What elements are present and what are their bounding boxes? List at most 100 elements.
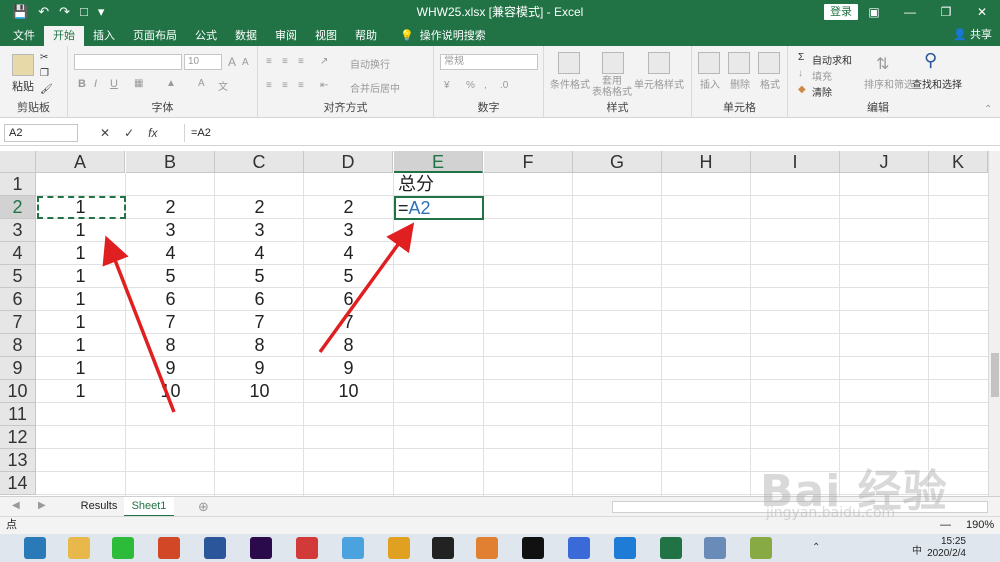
word-icon[interactable]: [204, 537, 226, 559]
excel-icon[interactable]: [660, 537, 682, 559]
ribbon-tab-7[interactable]: 视图: [306, 26, 346, 46]
merge-center-button[interactable]: 合并后居中: [350, 80, 400, 95]
column-header-d[interactable]: D: [304, 151, 393, 173]
column-header-g[interactable]: G: [573, 151, 662, 173]
column-header-f[interactable]: F: [484, 151, 573, 173]
row-header-14[interactable]: 14: [0, 472, 36, 495]
clear-button[interactable]: 清除: [812, 84, 832, 99]
cut-icon[interactable]: ✂: [40, 52, 48, 63]
redo-icon[interactable]: ↷: [59, 0, 70, 24]
insert-cells-button[interactable]: 插入: [700, 76, 720, 91]
photo-app-icon[interactable]: [296, 537, 318, 559]
new-file-icon[interactable]: □: [80, 0, 88, 24]
phonetic-icon[interactable]: 文: [218, 78, 228, 93]
find-select-icon[interactable]: ⚲: [924, 50, 937, 71]
row-header-3[interactable]: 3: [0, 219, 36, 242]
share-button[interactable]: 👤 共享: [953, 26, 992, 44]
percent-icon[interactable]: %: [466, 80, 475, 91]
column-header-a[interactable]: A: [36, 151, 125, 173]
virtualbox-icon[interactable]: [704, 537, 726, 559]
sheet-tab-sheet1[interactable]: Sheet1: [124, 497, 174, 517]
qq-icon[interactable]: [522, 537, 544, 559]
taskbar-clock[interactable]: 15:25 2020/2/4: [927, 536, 966, 560]
ime-indicator[interactable]: 中: [912, 542, 922, 557]
video-editor-icon[interactable]: [432, 537, 454, 559]
cell-c4[interactable]: 4: [215, 242, 304, 265]
sheet-prev-icon[interactable]: ◀: [12, 500, 20, 511]
tell-me-search[interactable]: 💡 操作说明搜索: [386, 26, 486, 46]
active-cell-e2-editor[interactable]: =A2: [394, 196, 484, 220]
align-left-icon[interactable]: ≡: [266, 80, 272, 91]
indent-icon[interactable]: ⇤: [320, 80, 328, 91]
cell-d6[interactable]: 6: [304, 288, 393, 311]
font-name-combo[interactable]: [74, 54, 182, 70]
paste-label[interactable]: 粘贴: [12, 78, 34, 94]
vertical-scroll-thumb[interactable]: [991, 353, 999, 397]
cell-b4[interactable]: 4: [126, 242, 215, 265]
formula-input[interactable]: =A2: [184, 124, 988, 142]
align-top-icon[interactable]: ≡: [266, 56, 272, 67]
cell-d9[interactable]: 9: [304, 357, 393, 380]
row-header-9[interactable]: 9: [0, 357, 36, 380]
increase-font-size-icon[interactable]: A: [228, 55, 236, 69]
italic-button[interactable]: I: [94, 78, 97, 90]
enter-icon[interactable]: ✓: [124, 124, 134, 142]
ribbon-tab-2[interactable]: 插入: [84, 26, 124, 46]
login-button[interactable]: 登录: [824, 4, 858, 20]
zoom-slider[interactable]: —: [940, 517, 951, 534]
browser-icon[interactable]: [24, 537, 46, 559]
bold-button[interactable]: B: [78, 78, 86, 90]
ribbon-tab-5[interactable]: 数据: [226, 26, 266, 46]
column-header-j[interactable]: J: [840, 151, 929, 173]
row-header-7[interactable]: 7: [0, 311, 36, 334]
conditional-format-icon[interactable]: [558, 52, 580, 74]
close-icon[interactable]: ✕: [964, 0, 1000, 24]
cell-a9[interactable]: 1: [36, 357, 125, 380]
format-as-table-icon[interactable]: [602, 52, 624, 74]
cell-d4[interactable]: 4: [304, 242, 393, 265]
cell-a3[interactable]: 1: [36, 219, 125, 242]
cell-styles-icon[interactable]: [648, 52, 670, 74]
notepad-icon[interactable]: [750, 537, 772, 559]
cell-a8[interactable]: 1: [36, 334, 125, 357]
format-painter-icon[interactable]: 🖌: [40, 84, 53, 95]
row-header-6[interactable]: 6: [0, 288, 36, 311]
column-header-i[interactable]: I: [751, 151, 840, 173]
copy-icon[interactable]: ❐: [40, 68, 49, 79]
row-header-1[interactable]: 1: [0, 173, 36, 196]
format-cells-button[interactable]: 格式: [760, 76, 780, 91]
powerpoint-icon[interactable]: [158, 537, 180, 559]
cell-c8[interactable]: 8: [215, 334, 304, 357]
ie-icon[interactable]: [614, 537, 636, 559]
sort-filter-icon[interactable]: ⇅: [876, 54, 889, 74]
row-header-11[interactable]: 11: [0, 403, 36, 426]
cell-a5[interactable]: 1: [36, 265, 125, 288]
column-header-k[interactable]: K: [929, 151, 988, 173]
underline-button[interactable]: U: [110, 78, 118, 90]
autosum-button[interactable]: 自动求和: [812, 52, 852, 67]
column-header-c[interactable]: C: [215, 151, 304, 173]
comma-icon[interactable]: ,: [484, 80, 487, 91]
delete-cells-button[interactable]: 删除: [730, 76, 750, 91]
cancel-icon[interactable]: ✕: [100, 124, 110, 142]
cell-d5[interactable]: 5: [304, 265, 393, 288]
cell-c7[interactable]: 7: [215, 311, 304, 334]
insert-cells-icon[interactable]: [698, 52, 720, 74]
align-center-icon[interactable]: ≡: [282, 80, 288, 91]
cell-b3[interactable]: 3: [126, 219, 215, 242]
minimize-icon[interactable]: —: [892, 0, 928, 24]
align-middle-icon[interactable]: ≡: [282, 56, 288, 67]
currency-icon[interactable]: ¥: [444, 80, 450, 91]
cell-d3[interactable]: 3: [304, 219, 393, 242]
zoom-level[interactable]: 190%: [966, 517, 994, 534]
row-header-12[interactable]: 12: [0, 426, 36, 449]
ribbon-tab-8[interactable]: 帮助: [346, 26, 386, 46]
cell-b10[interactable]: 10: [126, 380, 215, 403]
row-header-2[interactable]: 2: [0, 196, 36, 219]
file-explorer-icon[interactable]: [68, 537, 90, 559]
ribbon-tab-1[interactable]: 开始: [44, 26, 84, 46]
font-color-icon[interactable]: A: [198, 78, 205, 89]
vertical-scrollbar[interactable]: [988, 151, 1000, 496]
decrease-font-size-icon[interactable]: A: [242, 57, 249, 68]
column-header-h[interactable]: H: [662, 151, 751, 173]
